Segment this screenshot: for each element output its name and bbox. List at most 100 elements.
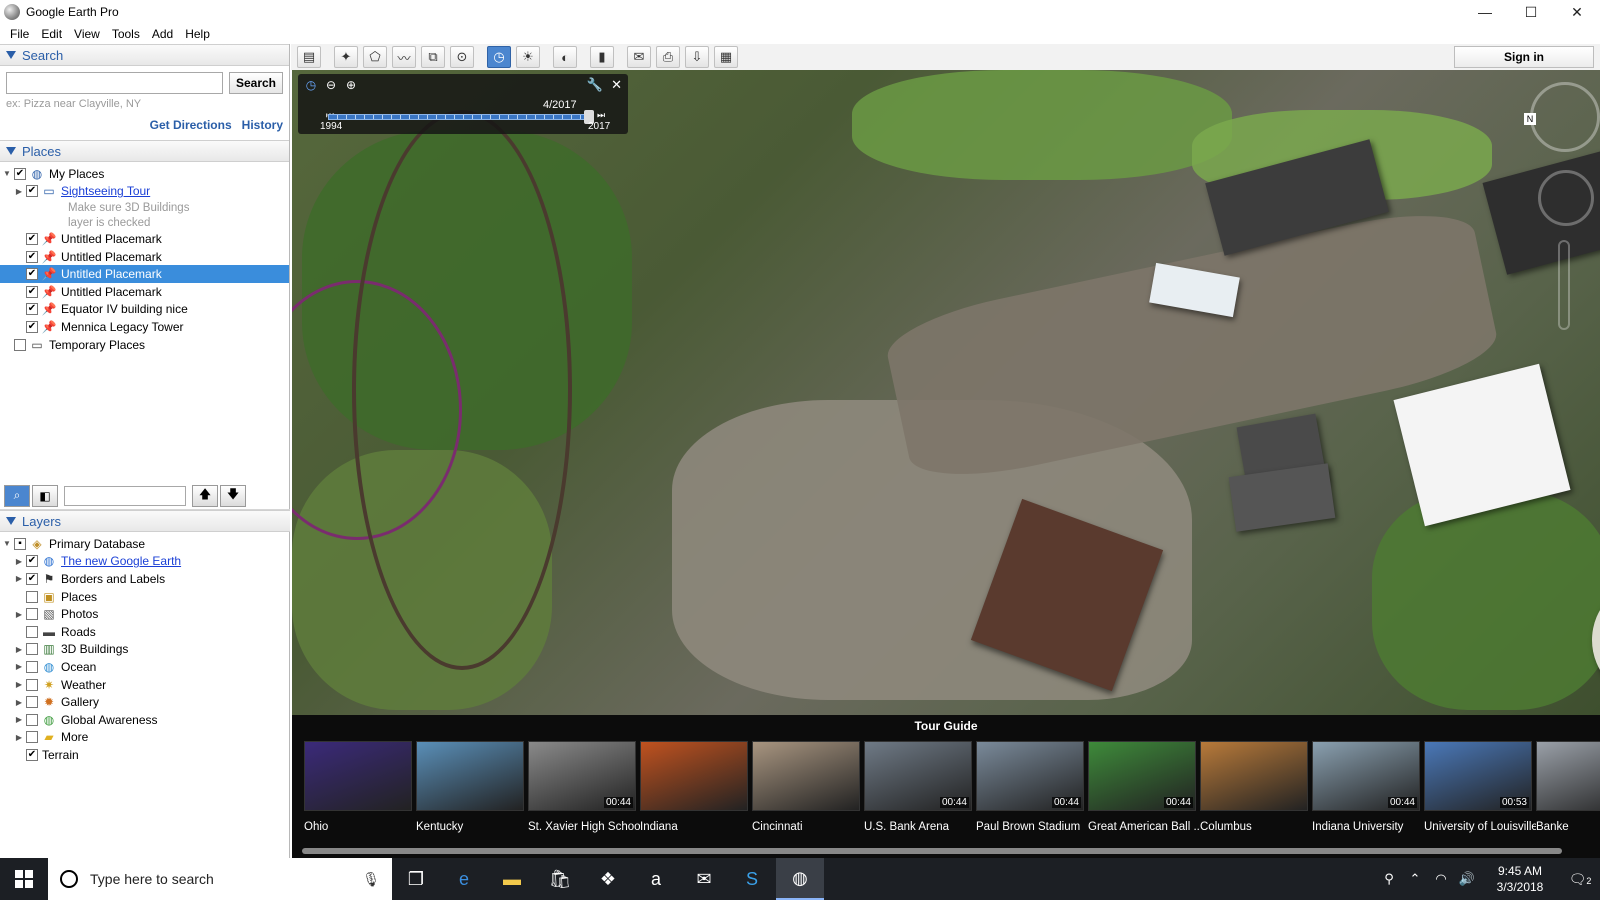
move-up-icon[interactable]: 🡅 — [192, 484, 218, 507]
zoom-out-icon[interactable]: ⊖ — [324, 78, 338, 92]
tour-item[interactable]: 00:44 St. Xavier High School — [528, 741, 640, 833]
menu-edit[interactable]: Edit — [35, 27, 68, 41]
menu-view[interactable]: View — [68, 27, 106, 41]
tree-item-temporary-places[interactable]: ▭ Temporary Places — [0, 336, 289, 354]
panel-toggle-icon[interactable]: ◧ — [32, 484, 58, 507]
tour-thumbnail[interactable]: 00:44 — [1088, 741, 1196, 811]
volume-icon[interactable]: 🔊 — [1454, 871, 1480, 887]
expand-arrow-icon[interactable]: ▶ — [14, 186, 24, 196]
tree-item-placemark[interactable]: ✔ 📌 Equator IV building nice — [0, 301, 289, 319]
taskbar-search[interactable]: Type here to search 🎙 — [48, 858, 392, 900]
close-button[interactable]: ✕ — [1554, 0, 1600, 24]
chevron-up-icon[interactable]: ⌃ — [1402, 871, 1428, 887]
checkbox[interactable]: ✔ — [26, 303, 38, 316]
menu-add[interactable]: Add — [146, 27, 179, 41]
tour-thumbnail[interactable] — [304, 741, 412, 811]
tree-item-placemark[interactable]: ✔ 📌 Untitled Placemark — [0, 283, 289, 301]
print-icon[interactable]: ⎙ — [656, 46, 680, 68]
tree-item-placemark-selected[interactable]: ✔ 📌 Untitled Placemark — [0, 265, 289, 283]
expand-arrow-icon[interactable]: ▶ — [14, 609, 24, 619]
amazon-icon[interactable]: a — [632, 858, 680, 900]
layers-panel-header[interactable]: Layers — [0, 510, 290, 532]
add-path-icon[interactable]: 〰 — [392, 46, 416, 68]
places-filter-input[interactable] — [64, 485, 186, 506]
checkbox[interactable]: ✔ — [26, 320, 38, 333]
checkbox[interactable]: ✔ — [14, 167, 26, 180]
tree-item-layer[interactable]: ✔ Terrain — [0, 746, 290, 764]
checkbox[interactable] — [14, 338, 26, 351]
expand-arrow-icon[interactable]: ▶ — [14, 644, 24, 654]
checkbox[interactable] — [26, 678, 38, 691]
search-input[interactable] — [6, 72, 223, 94]
tour-item[interactable]: 00:44 Paul Brown Stadium — [976, 741, 1088, 833]
checkbox[interactable] — [26, 643, 38, 656]
task-view-icon[interactable]: ❐ — [392, 858, 440, 900]
notifications-icon[interactable]: 🗨2 — [1560, 871, 1600, 888]
checkbox[interactable]: ✔ — [26, 185, 38, 198]
checkbox[interactable]: ✔ — [26, 232, 38, 245]
places-panel-header[interactable]: Places — [0, 140, 289, 162]
north-icon[interactable]: N — [1524, 113, 1536, 125]
checkbox[interactable]: ✔ — [26, 748, 38, 761]
checkbox[interactable] — [26, 590, 38, 603]
tour-item[interactable]: Banke — [1536, 741, 1600, 833]
tour-thumbnail[interactable] — [1536, 741, 1600, 811]
tree-item-layer[interactable]: ▶ ◍ Global Awareness — [0, 711, 290, 729]
expand-arrow-icon[interactable]: ▶ — [14, 662, 24, 672]
tour-item[interactable]: Columbus — [1200, 741, 1312, 833]
search-panel-header[interactable]: Search — [0, 44, 289, 66]
add-placemark-icon[interactable]: ✦ — [334, 46, 358, 68]
checkbox[interactable]: ✔ — [26, 285, 38, 298]
expand-arrow-icon[interactable]: ▶ — [14, 715, 24, 725]
mail-icon[interactable]: ✉ — [680, 858, 728, 900]
minimize-button[interactable]: — — [1462, 0, 1508, 24]
history-link[interactable]: History — [242, 118, 283, 132]
tour-thumbnail[interactable]: 00:44 — [1312, 741, 1420, 811]
tree-item-label[interactable]: The new Google Earth — [61, 554, 181, 568]
tour-item[interactable]: Kentucky — [416, 741, 528, 833]
tree-item-layer[interactable]: ▶ ▰ More — [0, 729, 290, 747]
compass-ring[interactable] — [1530, 82, 1600, 152]
view-in-maps-icon[interactable]: ▦ — [714, 46, 738, 68]
tour-thumbnail[interactable]: 00:44 — [976, 741, 1084, 811]
checkbox[interactable]: ▪ — [14, 537, 26, 550]
tree-item-placemark[interactable]: ✔ 📌 Untitled Placemark — [0, 230, 289, 248]
search-places-icon[interactable]: ⌕ — [4, 484, 30, 507]
wrench-icon[interactable]: 🔧 — [587, 77, 603, 93]
time-slider-track[interactable] — [328, 114, 592, 120]
checkbox[interactable]: ✔ — [26, 268, 38, 281]
tree-item-layer[interactable]: ▶ ✔ ⚑ Borders and Labels — [0, 570, 290, 588]
get-directions-link[interactable]: Get Directions — [150, 118, 232, 132]
tour-item[interactable]: Cincinnati — [752, 741, 864, 833]
tree-item-layer[interactable]: ▶ ✷ Weather — [0, 676, 290, 694]
dropbox-icon[interactable]: ❖ — [584, 858, 632, 900]
expand-arrow-icon[interactable]: ▶ — [14, 556, 24, 566]
record-tour-icon[interactable]: ⊙ — [450, 46, 474, 68]
tour-thumbnail[interactable] — [640, 741, 748, 811]
tree-item-layer[interactable]: ▬ Roads — [0, 623, 290, 641]
tree-item-primary-database[interactable]: ▼ ▪ ◈ Primary Database — [0, 535, 290, 553]
checkbox[interactable]: ✔ — [26, 572, 38, 585]
tour-thumbnail[interactable] — [752, 741, 860, 811]
tour-thumbnail[interactable] — [416, 741, 524, 811]
expand-arrow-icon[interactable]: ▶ — [14, 680, 24, 690]
planets-icon[interactable]: ◐ — [553, 46, 577, 68]
tree-item-layer[interactable]: ▶ ◍ Ocean — [0, 658, 290, 676]
store-icon[interactable]: 🛍 — [536, 858, 584, 900]
tour-item[interactable]: 00:53 University of Louisville — [1424, 741, 1536, 833]
checkbox[interactable] — [26, 696, 38, 709]
tree-item-placemark[interactable]: ✔ 📌 Mennica Legacy Tower — [0, 318, 289, 336]
wifi-icon[interactable]: ◠ — [1428, 871, 1454, 887]
tour-thumbnail[interactable] — [1200, 741, 1308, 811]
next-icon[interactable]: ⏭ — [597, 110, 605, 121]
search-button[interactable]: Search — [228, 72, 283, 94]
menu-tools[interactable]: Tools — [106, 27, 146, 41]
close-icon[interactable]: ✕ — [611, 77, 622, 93]
checkbox[interactable] — [26, 608, 38, 621]
people-icon[interactable]: ⚲ — [1376, 871, 1402, 887]
collapse-arrow-icon[interactable]: ▼ — [2, 539, 12, 549]
checkbox[interactable]: ✔ — [26, 555, 38, 568]
checkbox[interactable] — [26, 660, 38, 673]
clock[interactable]: 9:45 AM 3/3/2018 — [1480, 863, 1560, 895]
tree-item-my-places[interactable]: ▼ ✔ ◍ My Places — [0, 165, 289, 183]
